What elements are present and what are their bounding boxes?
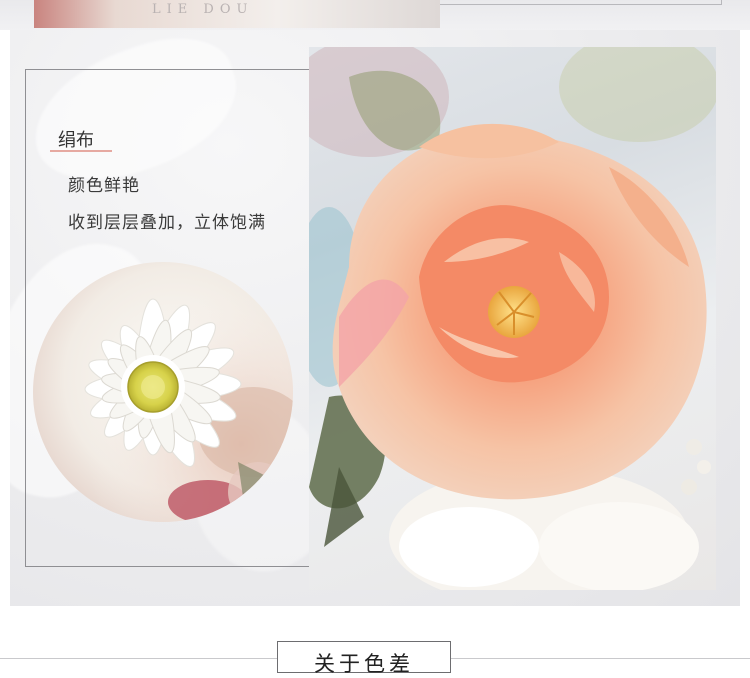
divider <box>0 658 277 659</box>
peony-illustration <box>309 47 716 590</box>
divider <box>440 4 722 5</box>
section-title: 绢布 <box>58 130 94 151</box>
feature-text-1: 颜色鲜艳 <box>68 176 140 196</box>
divider <box>721 0 722 5</box>
top-photo-lettering: LIE DOU <box>152 2 254 17</box>
next-section-heading: 关于色差 <box>277 641 451 676</box>
daisy-illustration <box>33 262 293 522</box>
feature-text-2: 收到层层叠加，立体饱满 <box>68 213 266 233</box>
top-product-photo: LIE DOU <box>34 0 440 28</box>
peony-photo <box>309 47 716 590</box>
next-section-heading-text: 关于色差 <box>314 652 414 676</box>
daisy-photo <box>33 262 293 522</box>
divider <box>451 658 750 659</box>
title-underline <box>50 150 112 152</box>
